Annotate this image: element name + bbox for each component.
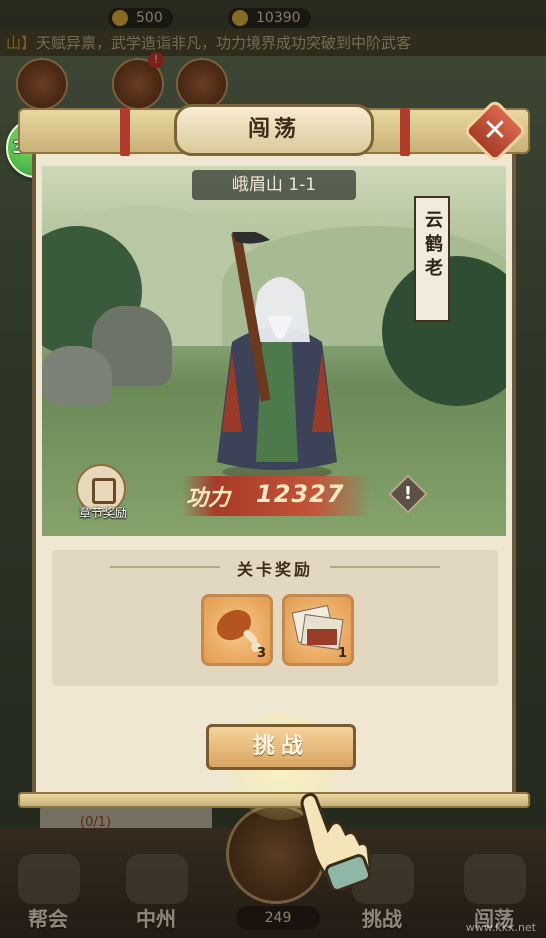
challenge-button[interactable]: 挑战 bbox=[206, 724, 356, 770]
modal-title: 闯荡 bbox=[174, 104, 374, 156]
stage-title: 峨眉山 1-1 bbox=[192, 170, 356, 200]
enemy-name-plate: 云鹤老 bbox=[414, 196, 450, 322]
chapter-reward-button[interactable]: 章节奖励 bbox=[76, 464, 130, 524]
enemy-character bbox=[217, 232, 337, 480]
close-icon: ✕ bbox=[482, 113, 508, 148]
power-label: 功力 bbox=[186, 486, 231, 511]
battle-scene: 峨眉山 1-1 云鹤老 章节奖励 功力 12327 ! bbox=[42, 166, 506, 536]
stage-rewards-panel: 关卡奖励 3 1 bbox=[52, 550, 498, 686]
info-icon: ! bbox=[403, 483, 413, 504]
power-banner: 功力 12327 bbox=[182, 476, 372, 516]
watermark: www.kkx.net bbox=[465, 921, 536, 934]
rock bbox=[42, 346, 112, 406]
info-button[interactable]: ! bbox=[388, 474, 428, 514]
reward-item[interactable]: 1 bbox=[282, 594, 354, 666]
rewards-title: 关卡奖励 bbox=[52, 556, 498, 580]
reward-item[interactable]: 3 bbox=[201, 594, 273, 666]
modal-panel: 峨眉山 1-1 云鹤老 章节奖励 功力 12327 ! 关卡奖励 3 1 挑战 bbox=[32, 152, 516, 820]
power-value: 12327 bbox=[256, 480, 345, 508]
tutorial-pointer-hand-icon bbox=[300, 792, 372, 890]
scroll-bottom-bar bbox=[18, 792, 530, 808]
rope-decoration bbox=[400, 108, 410, 156]
adventure-modal: 峨眉山 1-1 云鹤老 章节奖励 功力 12327 ! 关卡奖励 3 1 挑战 … bbox=[18, 98, 530, 820]
rope-decoration bbox=[120, 108, 130, 156]
